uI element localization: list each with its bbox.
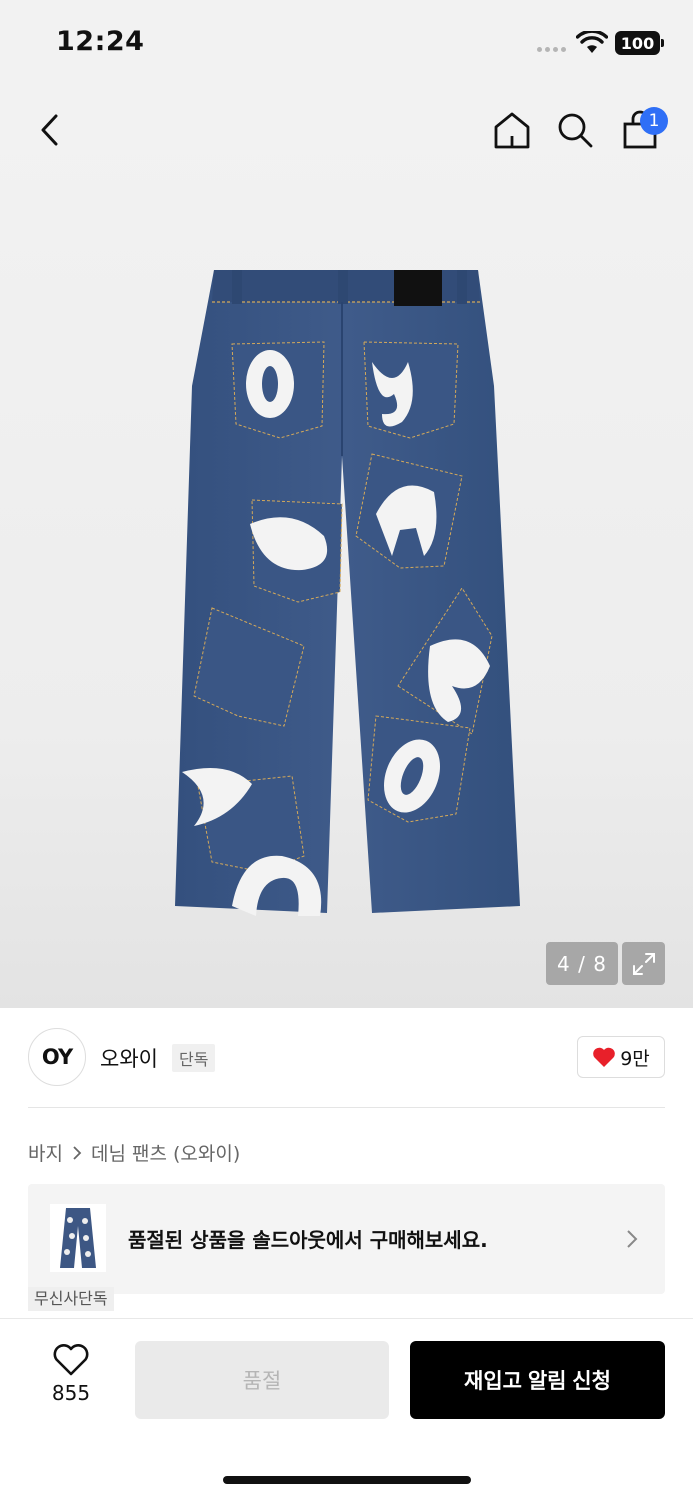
heart-filled-icon (593, 1047, 616, 1067)
breadcrumb-subcategory[interactable]: 데님 팬츠 (오와이) (91, 1139, 240, 1166)
battery-icon: 100 (615, 31, 664, 55)
soldout-banner[interactable]: 품절된 상품을 솔드아웃에서 구매해보세요. (28, 1184, 665, 1294)
breadcrumb-category[interactable]: 바지 (28, 1139, 63, 1166)
exclusive-badge: 단독 (172, 1044, 216, 1072)
banner-thumbnail (50, 1204, 106, 1272)
expand-button[interactable] (622, 942, 665, 985)
brand-name[interactable]: 오와이 (100, 1043, 158, 1073)
home-indicator (223, 1476, 471, 1484)
back-button[interactable] (24, 104, 76, 156)
wifi-icon (576, 31, 608, 53)
search-icon (558, 113, 593, 148)
cart-button[interactable]: 1 (614, 104, 668, 156)
soldout-button[interactable]: 품절 (135, 1341, 389, 1419)
product-gallery[interactable]: 1 4 / 8 (0, 88, 693, 1008)
status-time: 12:24 (56, 26, 145, 57)
chevron-right-icon (627, 1230, 638, 1248)
heart-outline-icon (53, 1344, 89, 1376)
brand-logo[interactable]: OY (28, 1028, 86, 1086)
chevron-right-icon (73, 1145, 82, 1160)
brand-like-count: 9만 (620, 1047, 650, 1070)
home-icon (494, 112, 530, 149)
image-counter: 4 / 8 (546, 942, 618, 985)
brand-row: OY 오와이 단독 9만 (28, 1028, 665, 1086)
breadcrumb: 바지 데님 팬츠 (오와이) (28, 1139, 240, 1166)
product-image[interactable] (172, 266, 522, 921)
cellular-signal-icon (537, 47, 566, 52)
status-bar: 12:24 100 (0, 0, 693, 88)
wishlist-count: 855 (51, 1381, 91, 1405)
chevron-left-icon (41, 114, 58, 146)
divider (28, 1107, 665, 1108)
battery-level: 100 (620, 33, 655, 53)
restock-alert-button[interactable]: 재입고 알림 신청 (410, 1341, 665, 1419)
expand-icon (632, 952, 655, 975)
cart-count-badge: 1 (640, 107, 668, 135)
bottom-action-bar: 855 품절 재입고 알림 신청 (0, 1318, 693, 1500)
search-button[interactable] (549, 104, 601, 156)
brand-like-button[interactable]: 9만 (577, 1036, 665, 1078)
exclusive-tag: 무신사단독 (28, 1287, 114, 1311)
home-button[interactable] (486, 104, 538, 156)
soldout-banner-text: 품절된 상품을 솔드아웃에서 구매해보세요. (128, 1228, 488, 1252)
wishlist-button[interactable]: 855 (30, 1343, 112, 1417)
